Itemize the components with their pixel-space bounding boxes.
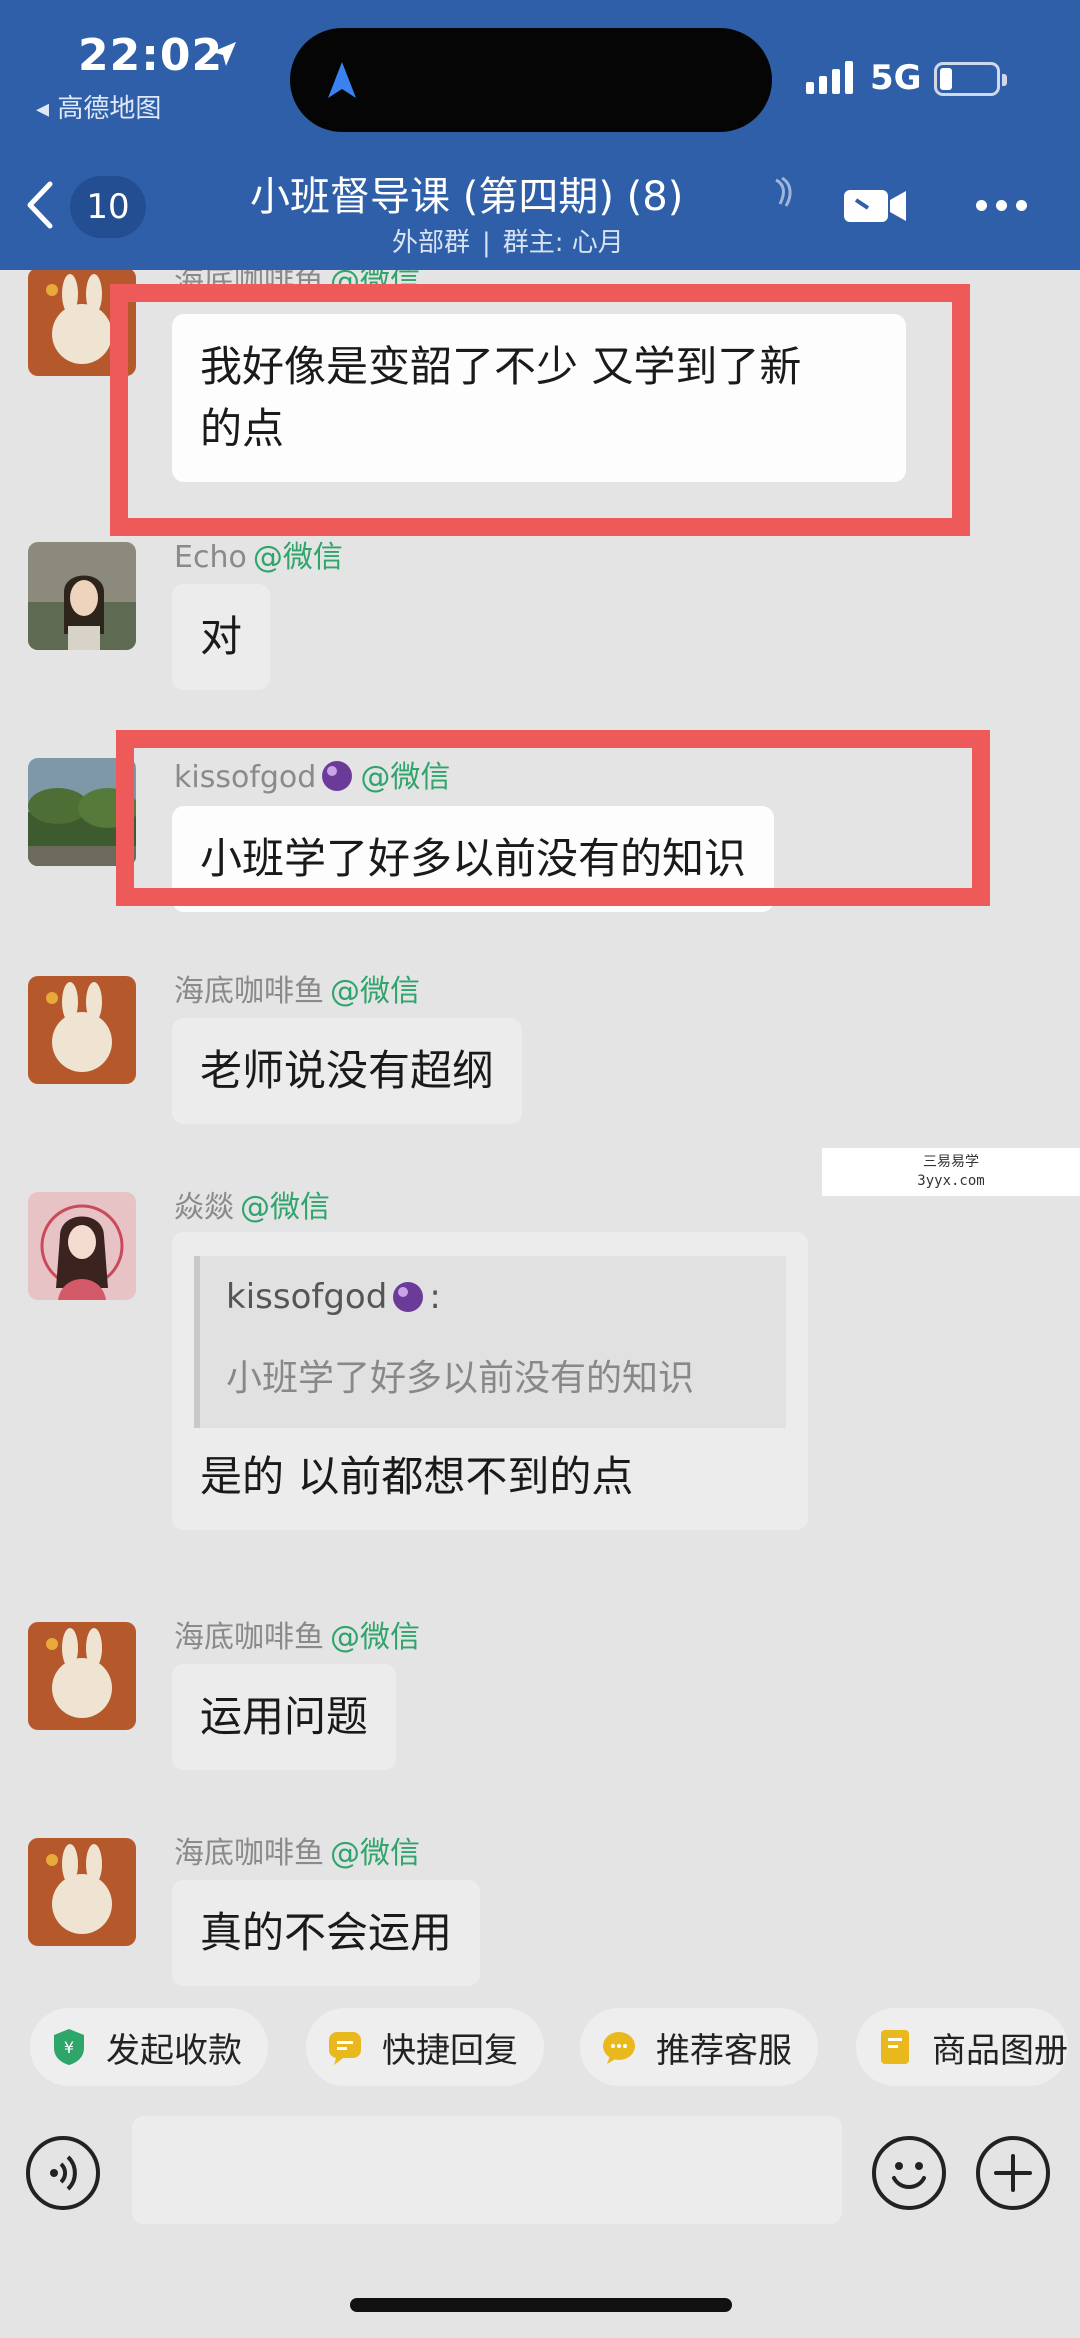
sender-name: Echo @微信	[174, 540, 343, 575]
back-chevron-icon[interactable]	[22, 178, 58, 232]
network-type: 5G	[870, 58, 922, 98]
quoted-text: 小班学了好多以前没有的知识	[226, 1358, 695, 1399]
svg-text:¥: ¥	[64, 2038, 74, 2057]
emoji-button[interactable]	[872, 2136, 946, 2210]
avatar[interactable]	[28, 976, 136, 1084]
product-catalog-button[interactable]: 商品图册	[856, 2008, 1068, 2086]
mute-icon	[775, 176, 792, 207]
service-icon	[603, 2032, 635, 2064]
back-to-app-link[interactable]: ◂ 高德地图	[36, 88, 161, 125]
sender-name: 海底咖啡鱼 @微信	[174, 1620, 420, 1655]
crystal-ball-icon	[393, 1282, 424, 1312]
quick-action-bar: ¥ 发起收款 快捷回复 推荐客服 商品图册	[0, 1990, 1080, 2108]
sender-name: 焱燚 @微信	[174, 1190, 330, 1225]
home-indicator[interactable]	[350, 2298, 732, 2312]
quoted-message[interactable]: kissofgod: 小班学了好多以前没有的知识	[194, 1256, 786, 1428]
location-arrow-icon	[212, 42, 236, 66]
highlight-box	[110, 284, 970, 536]
more-functions-button[interactable]	[976, 2136, 1050, 2210]
chat-header: 22:02 ◂ 高德地图 5G 10 小班督导课 (第四期) (8) 外部群 | 群…	[0, 0, 1080, 270]
group-owner: 群主: 心月	[502, 228, 624, 258]
payment-button[interactable]: ¥ 发起收款	[30, 2008, 268, 2086]
message-input[interactable]	[132, 2116, 842, 2224]
avatar[interactable]	[28, 1838, 136, 1946]
group-subtitle: 外部群 | 群主: 心月	[392, 228, 624, 258]
message-bubble[interactable]: 运用问题	[172, 1664, 397, 1770]
quoted-sender: kissofgod:	[226, 1277, 441, 1317]
emoji-icon	[892, 2162, 926, 2189]
group-type: 外部群	[392, 228, 471, 258]
battery-icon	[934, 62, 1007, 96]
unread-count-badge[interactable]: 10	[70, 176, 146, 238]
message-list[interactable]: 海底咖啡鱼 @微信 我好像是变韶了不少 又学到了新 的点 Echo @微信 对 ki…	[0, 270, 1080, 1990]
message-bubble[interactable]: kissofgod: 小班学了好多以前没有的知识 是的 以前都想不到的点	[172, 1232, 808, 1530]
watermark: 三易易学 3yyx.com	[822, 1148, 1080, 1196]
message-text: 真的不会运用	[200, 1908, 453, 1957]
message-bubble[interactable]: 老师说没有超纲	[172, 1018, 523, 1124]
sender-name: 海底咖啡鱼 @微信	[174, 1836, 420, 1871]
video-call-icon[interactable]	[842, 186, 908, 226]
status-time: 22:02	[78, 30, 224, 81]
navigation-arrow-icon	[328, 62, 356, 98]
quick-reply-button[interactable]: 快捷回复	[306, 2008, 544, 2086]
signal-icon	[806, 60, 853, 94]
catalog-icon	[881, 2030, 909, 2064]
sender-name: 海底咖啡鱼 @微信	[174, 974, 420, 1009]
message-text: 老师说没有超纲	[200, 1046, 495, 1095]
voice-input-button[interactable]	[26, 2136, 100, 2210]
avatar[interactable]	[28, 542, 136, 650]
more-options-icon[interactable]	[976, 200, 1027, 211]
group-title: 小班督导课 (第四期) (8)	[250, 174, 684, 220]
quick-reply-icon	[329, 2032, 361, 2065]
message-bubble[interactable]: 对	[172, 584, 271, 690]
avatar[interactable]	[28, 1192, 136, 1300]
highlight-box	[116, 730, 990, 906]
message-text: 运用问题	[200, 1692, 369, 1741]
recommend-service-button[interactable]: 推荐客服	[580, 2008, 818, 2086]
payment-icon: ¥	[54, 2029, 84, 2065]
plus-icon	[994, 2154, 1032, 2192]
voice-icon	[50, 2155, 77, 2191]
message-text: 对	[200, 612, 243, 661]
avatar[interactable]	[28, 1622, 136, 1730]
dynamic-island	[290, 28, 772, 132]
message-text: 是的 以前都想不到的点	[200, 1452, 634, 1501]
message-bubble[interactable]: 真的不会运用	[172, 1880, 481, 1986]
